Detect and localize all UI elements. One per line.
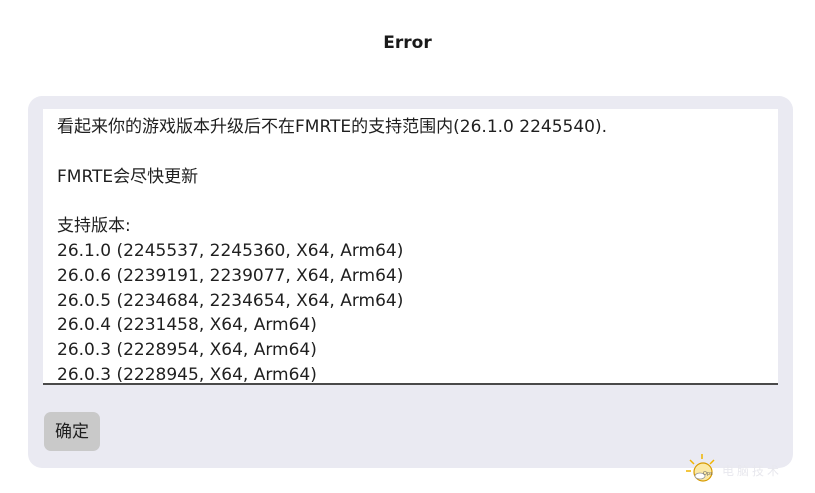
error-dialog: Error 看起来你的游戏版本升级后不在FMRTE的支持范围内(26.1.0 2… [0,0,815,493]
message-line: 26.0.5 (2234684, 2234654, X64, Arm64) [57,290,404,311]
message-line: 26.0.6 (2239191, 2239077, X64, Arm64) [57,265,404,286]
message-line: FMRTE会尽快更新 [57,166,199,187]
dialog-panel: 看起来你的游戏版本升级后不在FMRTE的支持范围内(26.1.0 2245540… [28,96,793,468]
watermark-text: 电脑技术 [722,464,783,478]
message-line: 看起来你的游戏版本升级后不在FMRTE的支持范围内(26.1.0 2245540… [57,117,608,137]
message-line: 26.1.0 (2245537, 2245360, X64, Arm64) [57,240,404,261]
message-line: 26.0.3 (2228945, X64, Arm64) [57,364,317,385]
svg-text:Ops: Ops [703,471,713,477]
watermark: Ops 电脑技术 [684,452,804,488]
message-line [57,140,778,165]
ok-button[interactable]: 确定 [44,412,100,451]
dialog-title: Error [383,33,432,53]
bulb-logo-icon: Ops [686,454,715,482]
message-line: 26.0.3 (2228954, X64, Arm64) [57,340,317,361]
message-line: 26.0.4 (2231458, X64, Arm64) [57,315,317,336]
message-line: 支持版本: [57,216,131,237]
message-textbox[interactable]: 看起来你的游戏版本升级后不在FMRTE的支持范围内(26.1.0 2245540… [43,109,778,385]
message-line [57,189,778,214]
